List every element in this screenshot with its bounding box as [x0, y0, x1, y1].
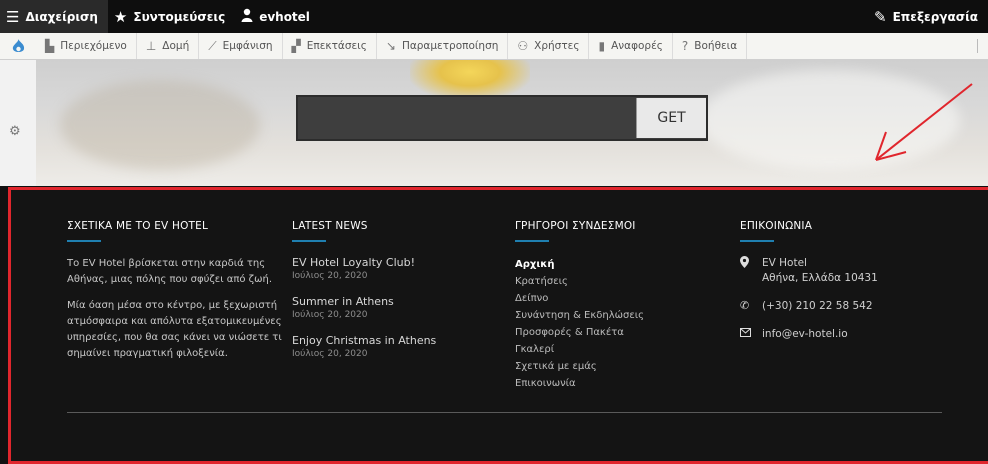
red-arrow-annotation	[875, 83, 973, 161]
tab-people-label: Χρήστες	[534, 40, 580, 52]
contact-phone-text[interactable]: (+30) 210 22 58 542	[762, 299, 873, 314]
tab-reports-label: Αναφορές	[611, 40, 663, 52]
admin-toolbar: ☰ Διαχείριση ★ Συντομεύσεις evhotel ✎ Επ…	[0, 0, 988, 33]
news-item-date: Ιούλιος 20, 2020	[292, 349, 368, 359]
drupal-logo-icon[interactable]	[0, 33, 36, 59]
contact-address-text: Αθήνα, Ελλάδα 10431	[762, 272, 878, 284]
link-home[interactable]: Αρχική	[515, 256, 715, 273]
about-title: ΣΧΕΤΙΚΑ ΜΕ ΤΟ EV HOTEL	[67, 220, 209, 232]
link-bookings[interactable]: Κρατήσεις	[515, 273, 715, 290]
tab-extend[interactable]: ▞ Επεκτάσεις	[283, 33, 377, 59]
wrench-icon: ↘	[385, 39, 396, 53]
about-column: ΣΧΕΤΙΚΑ ΜΕ ΤΟ EV HOTEL Το EV Hotel βρίσκ…	[67, 220, 287, 372]
news-item-title[interactable]: EV Hotel Loyalty Club!	[292, 256, 492, 270]
background-image	[60, 80, 260, 170]
map-pin-icon	[740, 256, 762, 271]
manage-menu-button[interactable]: ☰ Διαχείριση	[0, 0, 108, 33]
quick-links-column: ΓΡΗΓΟΡΟΙ ΣΥΝΔΕΣΜΟΙ Αρχική Κρατήσεις Δείπ…	[515, 220, 715, 392]
news-item-date: Ιούλιος 20, 2020	[292, 310, 368, 320]
brush-icon: ⟋	[208, 38, 217, 53]
manage-label: Διαχείριση	[25, 9, 98, 24]
user-icon	[241, 8, 253, 26]
news-column: LATEST NEWS EV Hotel Loyalty Club! Ιούλι…	[292, 220, 492, 373]
tab-extend-label: Επεκτάσεις	[306, 40, 367, 52]
users-icon: ⚇	[517, 39, 529, 53]
contact-email-text[interactable]: info@ev-hotel.io	[762, 327, 848, 342]
tab-appearance[interactable]: ⟋ Εμφάνιση	[199, 33, 283, 59]
shortcuts-label: Συντομεύσεις	[133, 9, 226, 24]
gear-icon[interactable]: ⚙	[9, 124, 21, 139]
tab-content[interactable]: ▙ Περιεχόμενο	[36, 33, 137, 59]
user-menu-button[interactable]: evhotel	[235, 0, 320, 33]
title-underline	[67, 240, 101, 242]
news-item[interactable]: Enjoy Christmas in Athens Ιούλιος 20, 20…	[292, 334, 492, 361]
title-underline	[515, 240, 549, 242]
star-icon: ★	[113, 7, 128, 26]
side-strip	[0, 60, 36, 186]
title-underline	[740, 240, 774, 242]
news-item-date: Ιούλιος 20, 2020	[292, 271, 368, 281]
tab-help[interactable]: ? Βοήθεια	[673, 33, 748, 59]
tab-content-label: Περιεχόμενο	[60, 40, 127, 52]
news-item-title[interactable]: Enjoy Christmas in Athens	[292, 334, 492, 348]
phone-icon: ✆	[740, 299, 750, 312]
about-text-2: Μία όαση μέσα στο κέντρο, με ξεχωριστή α…	[67, 300, 282, 359]
tray-orientation-toggle[interactable]	[977, 39, 978, 53]
get-button-label: GET	[657, 110, 686, 126]
tab-structure[interactable]: ⊥ Δομή	[137, 33, 200, 59]
quick-links-list: Αρχική Κρατήσεις Δείπνο Συνάντηση & Εκδη…	[515, 256, 715, 392]
user-label: evhotel	[259, 9, 310, 24]
link-meetings-events[interactable]: Συνάντηση & Εκδηλώσεις	[515, 307, 715, 324]
tab-reports[interactable]: ▮ Αναφορές	[589, 33, 673, 59]
news-title: LATEST NEWS	[292, 220, 368, 232]
link-dinner[interactable]: Δείπνο	[515, 290, 715, 307]
pencil-icon: ✎	[874, 7, 887, 26]
shortcuts-button[interactable]: ★ Συντομεύσεις	[108, 0, 235, 33]
get-button[interactable]: GET	[636, 98, 706, 138]
footer-divider	[67, 412, 942, 413]
tab-configuration[interactable]: ↘ Παραμετροποίηση	[377, 33, 509, 59]
tab-people[interactable]: ⚇ Χρήστες	[508, 33, 590, 59]
bar-chart-icon: ▮	[598, 39, 606, 53]
site-footer: ΣΧΕΤΙΚΑ ΜΕ ΤΟ EV HOTEL Το EV Hotel βρίσκ…	[8, 187, 988, 464]
hamburger-icon: ☰	[6, 7, 20, 26]
help-icon: ?	[681, 39, 689, 53]
tab-configuration-label: Παραμετροποίηση	[401, 40, 499, 52]
edit-button[interactable]: ✎ Επεξεργασία	[868, 8, 988, 26]
news-item-title[interactable]: Summer in Athens	[292, 295, 492, 309]
contact-email: info@ev-hotel.io	[740, 327, 970, 342]
contact-name: EV Hotel	[762, 257, 807, 269]
structure-icon: ⊥	[145, 39, 157, 53]
document-icon: ▙	[45, 39, 55, 53]
news-item[interactable]: Summer in Athens Ιούλιος 20, 2020	[292, 295, 492, 322]
title-underline	[292, 240, 326, 242]
flowers-decoration	[410, 60, 530, 100]
contact-column: ΕΠΙΚΟΙΝΩΝΙΑ EV Hotel Αθήνα, Ελλάδα 10431…	[740, 220, 970, 355]
contact-address: EV Hotel Αθήνα, Ελλάδα 10431	[740, 256, 970, 286]
contact-title: ΕΠΙΚΟΙΝΩΝΙΑ	[740, 220, 813, 232]
hero-banner: ⚙ GET	[0, 60, 988, 186]
admin-tray: ▙ Περιεχόμενο ⊥ Δομή ⟋ Εμφάνιση ▞ Επεκτά…	[0, 33, 988, 60]
link-gallery[interactable]: Γκαλερί	[515, 341, 715, 358]
about-text-1: Το EV Hotel βρίσκεται στην καρδιά της Αθ…	[67, 258, 272, 285]
quick-links-title: ΓΡΗΓΟΡΟΙ ΣΥΝΔΕΣΜΟΙ	[515, 220, 636, 232]
puzzle-icon: ▞	[291, 39, 301, 53]
edit-label: Επεξεργασία	[892, 9, 978, 24]
news-item[interactable]: EV Hotel Loyalty Club! Ιούλιος 20, 2020	[292, 256, 492, 283]
tab-structure-label: Δομή	[162, 40, 190, 52]
contact-phone: ✆ (+30) 210 22 58 542	[740, 299, 970, 314]
tab-help-label: Βοήθεια	[694, 40, 738, 52]
link-about-us[interactable]: Σχετικά με εμάς	[515, 358, 715, 375]
link-offers-packages[interactable]: Προσφορές & Πακέτα	[515, 324, 715, 341]
envelope-icon	[740, 327, 762, 340]
tab-appearance-label: Εμφάνιση	[222, 40, 273, 52]
link-contact[interactable]: Επικοινωνία	[515, 375, 715, 392]
